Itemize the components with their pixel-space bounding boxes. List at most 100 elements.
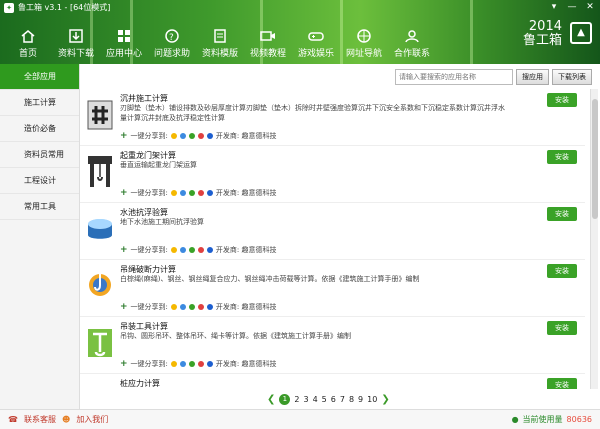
- search-input[interactable]: [395, 69, 513, 85]
- paw-icon[interactable]: [206, 190, 213, 196]
- help-icon: ?: [162, 28, 182, 44]
- nav-label: 网址导航: [345, 49, 382, 59]
- weibo-icon[interactable]: [197, 304, 204, 310]
- share-line: + 一键分享到: 开发商: 趣意德科技: [120, 131, 277, 141]
- download-list-button[interactable]: 下载列表: [552, 69, 592, 85]
- weibo-icon[interactable]: [197, 190, 204, 196]
- app-description: 垂直运输起重龙门架运算: [120, 161, 197, 169]
- menu-icon[interactable]: ▾: [548, 2, 560, 12]
- page-3[interactable]: 3: [303, 395, 308, 404]
- svg-text:?: ?: [169, 33, 174, 43]
- prev-page-icon[interactable]: ❮: [267, 394, 275, 405]
- install-button[interactable]: 安装: [547, 264, 577, 278]
- install-button[interactable]: 安装: [547, 321, 577, 335]
- sidebar-item-design[interactable]: 工程设计: [0, 168, 79, 194]
- nav-contact[interactable]: 合作联系: [392, 28, 432, 59]
- page-6[interactable]: 6: [331, 395, 336, 404]
- nav-game[interactable]: 游戏娱乐: [296, 28, 336, 59]
- star-icon[interactable]: [170, 304, 177, 310]
- sidebar-item-tools[interactable]: 常用工具: [0, 194, 79, 220]
- nav-template[interactable]: 资料模版: [200, 28, 240, 59]
- nav-video[interactable]: 视频教程: [248, 28, 288, 59]
- nav-links[interactable]: 网址导航: [344, 28, 384, 59]
- weibo-icon[interactable]: [197, 361, 204, 367]
- developer: 开发商: 趣意德科技: [215, 246, 277, 254]
- star-icon[interactable]: [170, 247, 177, 253]
- list-item: 起重龙门架计算 垂直运输起重龙门架运算 + 一键分享到: 开发商: 趣意德科技 …: [80, 146, 585, 203]
- star-icon[interactable]: [170, 133, 177, 139]
- contact-support-link[interactable]: 联系客服: [24, 414, 56, 425]
- list-item: 桩应力计算 安装: [80, 374, 585, 389]
- search-button[interactable]: 搜应用: [516, 69, 549, 85]
- sidebar-item-construction[interactable]: 施工计算: [0, 90, 79, 116]
- paw-icon[interactable]: [206, 304, 213, 310]
- nav-label: 合作联系: [393, 49, 430, 59]
- page-8[interactable]: 8: [349, 395, 354, 404]
- wechat-icon[interactable]: [188, 304, 195, 310]
- wechat-icon[interactable]: [188, 190, 195, 196]
- plus-icon: +: [120, 131, 128, 141]
- sidebar-item-cost[interactable]: 造价必备: [0, 116, 79, 142]
- share-icon[interactable]: [179, 190, 186, 196]
- brand-logo-icon: ▲: [570, 22, 592, 44]
- developer: 开发商: 趣意德科技: [215, 303, 277, 311]
- next-page-icon[interactable]: ❯: [381, 394, 389, 405]
- page-10[interactable]: 10: [367, 395, 377, 404]
- hook-icon: [86, 266, 114, 306]
- minimize-icon[interactable]: —: [566, 2, 578, 12]
- share-label: 一键分享到:: [130, 132, 168, 140]
- hash-icon: [86, 95, 114, 135]
- app-logo-icon: ✦: [4, 2, 14, 13]
- close-icon[interactable]: ✕: [584, 2, 596, 12]
- install-button[interactable]: 安装: [547, 378, 577, 389]
- join-us-link[interactable]: 加入我们: [76, 414, 108, 425]
- nav-help[interactable]: ? 问题求助: [152, 28, 192, 59]
- wechat-icon[interactable]: [188, 361, 195, 367]
- weibo-icon[interactable]: [197, 133, 204, 139]
- nav-home[interactable]: 首页: [8, 28, 48, 59]
- page-2[interactable]: 2: [294, 395, 299, 404]
- home-icon: [18, 28, 38, 44]
- list-item: 沉井施工计算 刃脚垫（垫木）铺设排数及砂层厚度计算刃脚垫（垫木）拆除时井壁强度验…: [80, 89, 585, 146]
- list-scrollbar[interactable]: [590, 89, 598, 389]
- title-bar: ✦ 鲁工箱 v3.1 - [64位模式]: [4, 2, 110, 13]
- scrollbar-thumb[interactable]: [592, 99, 598, 219]
- nav-label: 应用中心: [105, 49, 142, 59]
- install-button[interactable]: 安装: [547, 150, 577, 164]
- app-name[interactable]: 桩应力计算: [120, 378, 160, 389]
- share-icon[interactable]: [179, 304, 186, 310]
- share-label: 一键分享到:: [130, 189, 168, 197]
- share-icon[interactable]: [179, 133, 186, 139]
- game-icon: [306, 28, 326, 44]
- page-5[interactable]: 5: [322, 395, 327, 404]
- paw-icon[interactable]: [206, 133, 213, 139]
- share-icon[interactable]: [179, 247, 186, 253]
- join-icon: ☻: [61, 415, 71, 424]
- bamboo-decoration: [470, 0, 473, 64]
- nav-download[interactable]: 资料下载: [56, 28, 96, 59]
- main-content: 搜应用 下载列表 沉井施工计算 刃脚垫（垫木）铺设排数及砂层厚度计算刃脚垫（垫木…: [80, 64, 600, 409]
- install-button[interactable]: 安装: [547, 207, 577, 221]
- share-icon[interactable]: [179, 361, 186, 367]
- install-button[interactable]: 安装: [547, 93, 577, 107]
- page-9[interactable]: 9: [358, 395, 363, 404]
- sidebar-item-documents[interactable]: 资料员常用: [0, 142, 79, 168]
- paw-icon[interactable]: [206, 361, 213, 367]
- sidebar-item-all[interactable]: 全部应用: [0, 64, 79, 90]
- page-7[interactable]: 7: [340, 395, 345, 404]
- page-1[interactable]: 1: [279, 394, 291, 405]
- star-icon[interactable]: [170, 361, 177, 367]
- users-icon: ●: [511, 415, 519, 424]
- nav-label: 游戏娱乐: [297, 49, 334, 59]
- paw-icon[interactable]: [206, 247, 213, 253]
- wechat-icon[interactable]: [188, 247, 195, 253]
- app-header: ✦ 鲁工箱 v3.1 - [64位模式] ▾ — ✕ 首页 资料下载 应用中心 …: [0, 0, 600, 64]
- usage-count: 80636: [566, 415, 592, 424]
- share-line: + 一键分享到: 开发商: 趣意德科技: [120, 359, 277, 369]
- nav-label: 问题求助: [153, 49, 190, 59]
- nav-apps[interactable]: 应用中心: [104, 28, 144, 59]
- star-icon[interactable]: [170, 190, 177, 196]
- page-4[interactable]: 4: [313, 395, 318, 404]
- weibo-icon[interactable]: [197, 247, 204, 253]
- wechat-icon[interactable]: [188, 133, 195, 139]
